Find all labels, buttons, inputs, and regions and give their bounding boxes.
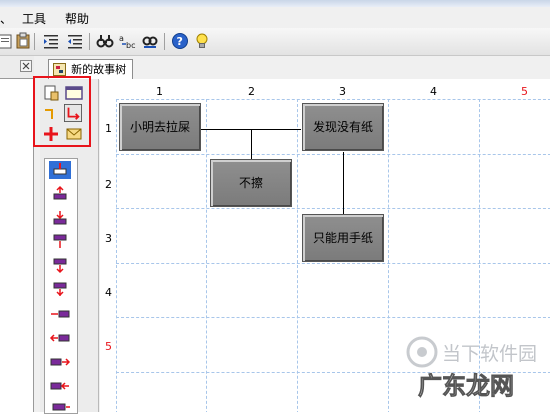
tool-middle-icon[interactable] (49, 281, 71, 299)
row-header-1: 1 (105, 122, 112, 135)
mail-icon[interactable] (65, 125, 83, 143)
toolbar-separator (89, 33, 90, 50)
svg-text:a: a (119, 34, 124, 43)
tip-bulb-icon[interactable] (193, 32, 211, 50)
watermark-line1: 当下软件园 (442, 343, 537, 365)
paste-icon[interactable] (0, 32, 14, 50)
find-icon[interactable] (96, 32, 114, 50)
toolbar-separator (34, 33, 35, 50)
tool-bottom-icon[interactable] (49, 257, 71, 275)
menu-item-help[interactable]: 帮助 (65, 10, 89, 27)
svg-text:?: ? (177, 35, 183, 48)
menu-item-partial[interactable]: 、 (0, 10, 12, 27)
column-header-3: 3 (339, 85, 346, 98)
grid-line (116, 99, 550, 100)
left-panel-header (0, 56, 34, 79)
insert-tool-list (44, 158, 78, 414)
story-node[interactable]: 小明去拉屎 (119, 103, 201, 151)
row-header-2: 2 (105, 178, 112, 191)
grid-line (116, 154, 550, 155)
tool-top-icon[interactable] (49, 233, 71, 251)
grid-line (116, 208, 550, 209)
left-panel-body[interactable] (0, 79, 34, 412)
help-icon[interactable]: ? (171, 32, 189, 50)
svg-text:bc: bc (126, 41, 135, 50)
grid-line (297, 99, 298, 412)
row-header-3: 3 (105, 232, 112, 245)
row-header-4: 4 (105, 286, 112, 299)
tool-up-icon[interactable] (49, 185, 71, 203)
replace-icon[interactable]: abc (118, 32, 136, 50)
connector-line (251, 129, 252, 159)
grid-line (116, 99, 117, 412)
grid-line (388, 99, 389, 412)
find-next-icon[interactable] (141, 32, 159, 50)
tab-bar: 新的故事树 (40, 56, 550, 80)
menu-bar: 、 工具 帮助 (0, 7, 550, 28)
window-title-strip (0, 0, 550, 7)
connector-line (343, 152, 344, 214)
story-tree-icon (53, 63, 66, 76)
palette-highlight-frame (33, 76, 91, 147)
tool-end-icon[interactable] (49, 399, 71, 417)
tab-label: 新的故事树 (71, 63, 127, 76)
column-header-2: 2 (248, 85, 255, 98)
tool-down-icon[interactable] (49, 209, 71, 227)
story-node[interactable]: 只能用手纸 (302, 214, 384, 262)
grid-line (206, 99, 207, 412)
add-icon[interactable] (42, 125, 60, 143)
menu-item-tools[interactable]: 工具 (22, 10, 46, 27)
story-node[interactable]: 不擦 (210, 159, 292, 207)
tool-right-insert-icon[interactable] (49, 377, 71, 395)
new-page-icon[interactable] (42, 84, 60, 102)
row-header-5: 5 (105, 340, 112, 353)
tool-left-insert-icon[interactable] (49, 329, 71, 347)
clipboard-icon[interactable] (14, 32, 32, 50)
site-watermark: 当下软件园 广东龙网 (406, 336, 537, 400)
story-node[interactable]: 发现没有纸 (302, 103, 384, 151)
column-header-4: 4 (430, 85, 437, 98)
window-icon[interactable] (65, 84, 83, 102)
watermark-line2: 广东龙网 (418, 372, 514, 400)
connector-icon[interactable] (42, 105, 60, 123)
left-panel (0, 56, 34, 412)
column-header-5: 5 (521, 85, 528, 98)
close-icon[interactable] (20, 60, 32, 72)
tool-right-icon[interactable] (49, 353, 71, 371)
indent-icon[interactable] (42, 32, 60, 50)
tool-left-icon[interactable] (49, 305, 71, 323)
column-header-1: 1 (156, 85, 163, 98)
tool-top-insert-icon[interactable] (49, 161, 71, 179)
grid-line (116, 263, 550, 264)
outdent-icon[interactable] (66, 32, 84, 50)
elbow-connector-icon[interactable] (64, 104, 82, 122)
toolbar-separator (164, 33, 165, 50)
toolbar: a bc ? (0, 28, 550, 56)
